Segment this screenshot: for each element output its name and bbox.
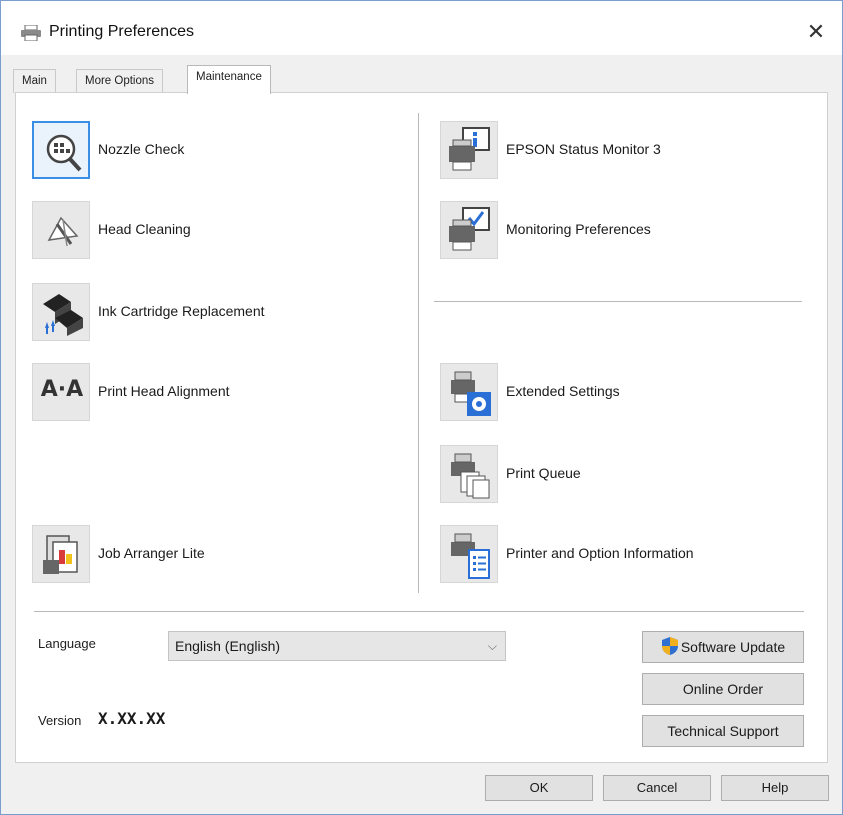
print-queue-icon[interactable] bbox=[440, 445, 498, 503]
monitoring-preferences-label: Monitoring Preferences bbox=[506, 221, 651, 237]
monitoring-preferences-icon[interactable] bbox=[440, 201, 498, 259]
head-cleaning-icon[interactable] bbox=[32, 201, 90, 259]
chevron-down-icon: ⌵ bbox=[487, 639, 497, 653]
bottom-divider bbox=[34, 611, 804, 612]
language-value: English (English) bbox=[175, 638, 281, 654]
tab-main[interactable]: Main bbox=[13, 69, 56, 93]
ok-button[interactable]: OK bbox=[485, 775, 593, 801]
help-button[interactable]: Help bbox=[721, 775, 829, 801]
status-monitor-icon[interactable] bbox=[440, 121, 498, 179]
head-alignment-icon[interactable]: A·A bbox=[32, 363, 90, 421]
tab-strip: Main More Options Maintenance bbox=[13, 65, 833, 94]
print-head-alignment-label: Print Head Alignment bbox=[98, 383, 230, 399]
ink-cartridge-icon[interactable] bbox=[32, 283, 90, 341]
status-monitor-label: EPSON Status Monitor 3 bbox=[506, 141, 661, 157]
column-divider bbox=[418, 113, 419, 593]
printer-info-label: Printer and Option Information bbox=[506, 545, 694, 561]
job-arranger-label: Job Arranger Lite bbox=[98, 545, 205, 561]
software-update-label: Software Update bbox=[680, 639, 786, 655]
right-divider bbox=[434, 301, 802, 302]
title-bar: Printing Preferences ✕ bbox=[1, 1, 842, 55]
printing-preferences-window: Printing Preferences ✕ Main More Options… bbox=[0, 0, 843, 815]
online-order-button[interactable]: Online Order bbox=[642, 673, 804, 705]
print-queue-label: Print Queue bbox=[506, 465, 581, 481]
cancel-button[interactable]: Cancel bbox=[603, 775, 711, 801]
job-arranger-icon[interactable] bbox=[32, 525, 90, 583]
head-alignment-glyph: A·A bbox=[40, 377, 84, 402]
printer-icon bbox=[21, 25, 41, 41]
head-cleaning-label: Head Cleaning bbox=[98, 221, 191, 237]
version-label: Version bbox=[38, 713, 82, 728]
language-select[interactable]: English (English) ⌵ bbox=[168, 631, 506, 661]
ink-cartridge-label: Ink Cartridge Replacement bbox=[98, 303, 265, 319]
technical-support-button[interactable]: Technical Support bbox=[642, 715, 804, 747]
nozzle-check-icon[interactable] bbox=[32, 121, 90, 179]
nozzle-check-label: Nozzle Check bbox=[98, 141, 185, 157]
close-button[interactable]: ✕ bbox=[796, 15, 836, 49]
tab-more-options[interactable]: More Options bbox=[76, 69, 164, 93]
extended-settings-icon[interactable] bbox=[440, 363, 498, 421]
language-label: Language bbox=[38, 636, 96, 651]
printer-info-icon[interactable] bbox=[440, 525, 498, 583]
maintenance-panel: Nozzle Check Head Cleaning Ink Cartridge… bbox=[15, 92, 828, 763]
shield-icon bbox=[661, 637, 678, 655]
tab-maintenance[interactable]: Maintenance bbox=[187, 65, 271, 94]
window-title: Printing Preferences bbox=[49, 23, 194, 40]
software-update-button[interactable]: Software Update bbox=[642, 631, 804, 663]
extended-settings-label: Extended Settings bbox=[506, 383, 620, 399]
version-value: X.XX.XX bbox=[98, 709, 166, 728]
